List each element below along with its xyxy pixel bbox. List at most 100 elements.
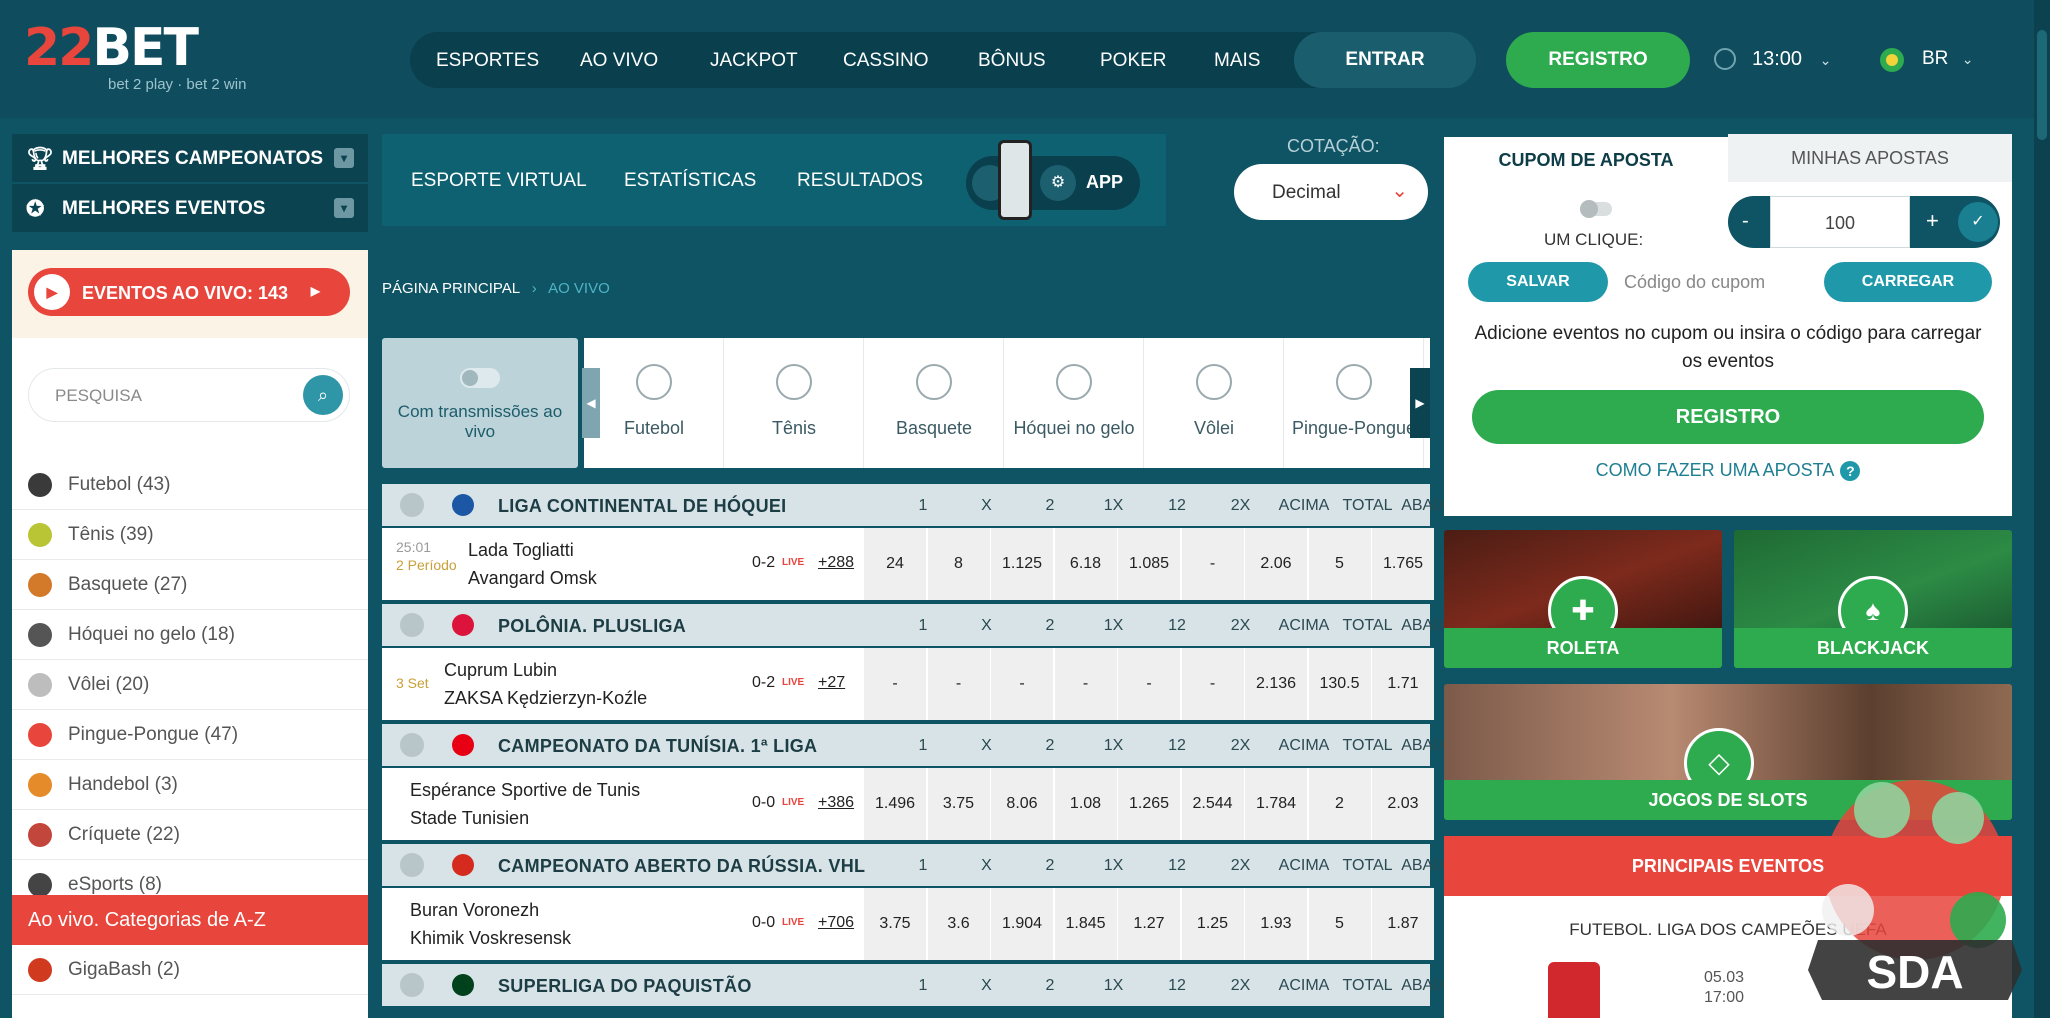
- event-row[interactable]: Espérance Sportive de Tunis Stade Tunisie…: [382, 768, 1434, 840]
- save-coupon-button[interactable]: SALVAR: [1468, 262, 1608, 302]
- tabs-scroll-right[interactable]: ▶: [1410, 368, 1430, 438]
- sport-tab[interactable]: Vôlei: [1144, 338, 1284, 468]
- nav-virtual-sport[interactable]: ESPORTE VIRTUAL: [411, 170, 587, 192]
- odds-button[interactable]: 130.5: [1308, 648, 1371, 720]
- how-to-bet-link[interactable]: COMO FAZER UMA APOSTA?: [1444, 460, 2012, 481]
- league-header[interactable]: CAMPEONATO ABERTO DA RÚSSIA. VHL 1 X 2 1X 12 2…: [382, 844, 1461, 886]
- stake-plus-button[interactable]: +: [1926, 208, 1939, 234]
- odds-button[interactable]: 1.125: [991, 528, 1053, 600]
- odds-button[interactable]: -: [1118, 648, 1180, 720]
- league-header[interactable]: POLÔNIA. PLUSLIGA 1 X 2 1X 12 2X ACIMA TOTAL ABAI…: [382, 604, 1461, 646]
- odds-button[interactable]: 2.03: [1372, 768, 1434, 840]
- nav-esportes[interactable]: ESPORTES: [436, 50, 539, 72]
- more-markets-link[interactable]: +27: [818, 674, 845, 692]
- odds-button[interactable]: 3.75: [864, 888, 926, 960]
- coupon-code-input[interactable]: Código do cupom: [1624, 272, 1765, 293]
- odds-button[interactable]: -: [864, 648, 926, 720]
- stake-input[interactable]: 100: [1770, 196, 1910, 248]
- sport-tab[interactable]: Tênis: [724, 338, 864, 468]
- login-button[interactable]: ENTRAR: [1294, 32, 1476, 88]
- coupon-register-button[interactable]: REGISTRO: [1472, 390, 1984, 444]
- top-leagues-toggle[interactable]: 🏆︎ MELHORES CAMPEONATOS ▾: [12, 134, 368, 182]
- load-coupon-button[interactable]: CARREGAR: [1824, 262, 1992, 302]
- odds-button[interactable]: -: [1181, 528, 1244, 600]
- sport-tab[interactable]: Futebol: [584, 338, 724, 468]
- stake-confirm-button[interactable]: ✓: [1958, 202, 1998, 242]
- odds-button[interactable]: 8.06: [991, 768, 1053, 840]
- more-markets-link[interactable]: +288: [818, 554, 854, 572]
- odds-button[interactable]: 6.18: [1054, 528, 1117, 600]
- nav-poker[interactable]: POKER: [1100, 50, 1167, 72]
- android-icon[interactable]: ⚙: [1040, 165, 1076, 201]
- more-markets-link[interactable]: +706: [818, 914, 854, 932]
- app-download-pill[interactable]: ⚙ APP: [966, 156, 1140, 210]
- nav-statistics[interactable]: ESTATÍSTICAS: [624, 170, 756, 192]
- odds-button[interactable]: 5: [1308, 528, 1371, 600]
- odds-button[interactable]: 8: [927, 528, 990, 600]
- odds-format-select[interactable]: Decimal ⌄: [1234, 164, 1428, 220]
- odds-button[interactable]: 1.87: [1372, 888, 1434, 960]
- odds-button[interactable]: 1.25: [1181, 888, 1244, 960]
- sport-item[interactable]: Vôlei (20): [12, 660, 368, 710]
- more-markets-link[interactable]: +386: [818, 794, 854, 812]
- one-click-toggle[interactable]: [1580, 200, 1612, 218]
- streams-toggle[interactable]: [460, 368, 500, 388]
- search-icon[interactable]: ⌕: [303, 375, 343, 415]
- tab-my-bets[interactable]: MINHAS APOSTAS: [1728, 134, 2012, 182]
- tabs-scroll-left[interactable]: ◀: [582, 368, 600, 438]
- event-row[interactable]: 3 Set Cuprum Lubin ZAKSA Kędzierzyn-Koźle 0…: [382, 648, 1434, 720]
- odds-button[interactable]: 1.765: [1372, 528, 1434, 600]
- odds-button[interactable]: 1.93: [1245, 888, 1307, 960]
- sport-search[interactable]: PESQUISA ⌕: [28, 368, 350, 422]
- event-row[interactable]: Buran Voronezh Khimik Voskresensk 0-0 LIVE +…: [382, 888, 1434, 960]
- odds-button[interactable]: -: [927, 648, 990, 720]
- sport-item[interactable]: Pingue-Pongue (47): [12, 710, 368, 760]
- nav-ao-vivo[interactable]: AO VIVO: [580, 50, 658, 72]
- nav-results[interactable]: RESULTADOS: [797, 170, 923, 192]
- sport-item[interactable]: Futebol (43): [12, 460, 368, 510]
- odds-button[interactable]: 1.784: [1245, 768, 1307, 840]
- odds-button[interactable]: 2: [1308, 768, 1371, 840]
- league-header[interactable]: CAMPEONATO DA TUNÍSIA. 1ª LIGA 1 X 2 1X 12 2X A…: [382, 724, 1461, 766]
- sport-item[interactable]: Tênis (39): [12, 510, 368, 560]
- categories-az[interactable]: Ao vivo. Categorias de A-Z: [12, 895, 368, 945]
- nav-bonus[interactable]: BÔNUS: [978, 50, 1046, 72]
- odds-button[interactable]: 24: [864, 528, 926, 600]
- tab-bet-slip[interactable]: CUPOM DE APOSTA: [1444, 134, 1728, 182]
- time-select[interactable]: 13:00 ⌄: [1752, 48, 1831, 71]
- odds-button[interactable]: 1.845: [1054, 888, 1117, 960]
- sport-item-gigabash[interactable]: GigaBash (2): [12, 945, 368, 995]
- sport-item[interactable]: Handebol (3): [12, 760, 368, 810]
- odds-button[interactable]: -: [1054, 648, 1117, 720]
- nav-jackpot[interactable]: JACKPOT: [710, 50, 798, 72]
- sport-item[interactable]: Críquete (22): [12, 810, 368, 860]
- blackjack-tile[interactable]: ♠ BLACKJACK: [1734, 530, 2012, 668]
- odds-button[interactable]: 1.265: [1118, 768, 1180, 840]
- nav-mais[interactable]: MAIS: [1214, 50, 1260, 72]
- odds-button[interactable]: 1.904: [991, 888, 1053, 960]
- odds-button[interactable]: 2.136: [1245, 648, 1307, 720]
- odds-button[interactable]: 1.496: [864, 768, 926, 840]
- top-events-toggle[interactable]: ✪ MELHORES EVENTOS ▾: [12, 184, 368, 232]
- sport-tab[interactable]: Pingue-Pongue: [1284, 338, 1424, 468]
- odds-button[interactable]: 1.27: [1118, 888, 1180, 960]
- odds-button[interactable]: 1.71: [1372, 648, 1434, 720]
- nav-cassino[interactable]: CASSINO: [843, 50, 929, 72]
- league-header[interactable]: LIGA CONTINENTAL DE HÓQUEI 1 X 2 1X 12 2X ACIMA…: [382, 484, 1461, 526]
- league-header[interactable]: SUPERLIGA DO PAQUISTÃO 1 X 2 1X 12 2X ACIMA TOTA…: [382, 964, 1461, 1006]
- page-scrollbar[interactable]: [2034, 0, 2050, 1018]
- odds-button[interactable]: 3.75: [927, 768, 990, 840]
- odds-button[interactable]: 2.544: [1181, 768, 1244, 840]
- breadcrumb-home[interactable]: PÁGINA PRINCIPAL: [382, 280, 520, 297]
- scrollbar-thumb[interactable]: [2037, 30, 2047, 140]
- stake-minus-button[interactable]: -: [1742, 210, 1749, 233]
- sport-tab[interactable]: Hóquei no gelo: [1004, 338, 1144, 468]
- roulette-tile[interactable]: ✚ ROLETA: [1444, 530, 1722, 668]
- sport-item[interactable]: Basquete (27): [12, 560, 368, 610]
- odds-button[interactable]: -: [1181, 648, 1244, 720]
- odds-button[interactable]: -: [991, 648, 1053, 720]
- odds-button[interactable]: 1.085: [1118, 528, 1180, 600]
- register-button[interactable]: REGISTRO: [1506, 32, 1690, 88]
- sport-tab[interactable]: Basquete: [864, 338, 1004, 468]
- odds-button[interactable]: 1.08: [1054, 768, 1117, 840]
